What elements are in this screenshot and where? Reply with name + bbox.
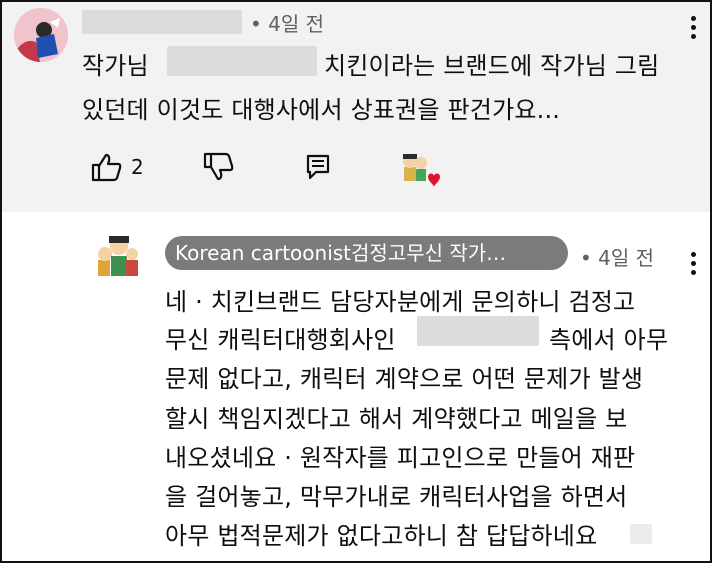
thumbs-up-icon bbox=[91, 153, 122, 182]
reply-button[interactable] bbox=[306, 154, 330, 184]
more-vert-icon[interactable] bbox=[690, 252, 696, 278]
reply-line-7: 아무 법적문제가 없다고하니 참 답답하네요 bbox=[165, 522, 598, 550]
reply-line-2b: 측에서 아무 bbox=[549, 326, 669, 354]
reply-line-2a: 무신 캐릭터대행회사인 bbox=[165, 326, 396, 354]
redacted-username bbox=[82, 10, 242, 34]
thumbs-down-icon bbox=[203, 152, 234, 181]
reply-time: • 4일 전 bbox=[580, 246, 655, 270]
top-comment: • 4일 전 작가님 치킨이라는 브랜드에 작가님 그림 있던데 이것도 대행사… bbox=[2, 2, 710, 212]
comment-text: 작가님 bbox=[82, 52, 149, 80]
dislike-button[interactable] bbox=[202, 152, 234, 186]
redacted-emoji bbox=[630, 524, 652, 544]
reply-line-4: 할시 책임지겠다고 해서 계약했다고 메일을 보 bbox=[165, 405, 628, 433]
reply-line-1: 네 · 치킨브랜드 담당자분에게 문의하니 검정고 bbox=[165, 288, 636, 316]
redacted-brand-name bbox=[167, 46, 317, 76]
redacted-company-name bbox=[417, 316, 539, 346]
reply-icon bbox=[306, 154, 330, 180]
comment-line-2: 있던데 이것도 대행사에서 상표권을 판건가요... bbox=[82, 96, 561, 124]
comment-text: 치킨이라는 브랜드에 작가님 그림 bbox=[324, 52, 660, 80]
more-vert-icon[interactable] bbox=[690, 16, 696, 42]
reply-line-3: 문제 없다고, 캐릭터 계약으로 어떤 문제가 발생 bbox=[165, 365, 644, 393]
avatar[interactable] bbox=[14, 8, 68, 62]
creator-heart-icon bbox=[400, 149, 440, 191]
comment-time: • 4일 전 bbox=[250, 12, 325, 36]
screenshot-frame: • 4일 전 작가님 치킨이라는 브랜드에 작가님 그림 있던데 이것도 대행사… bbox=[0, 0, 712, 563]
reply-line-6: 을 걸어놓고, 막무가내로 캐릭터사업을 하면서 bbox=[165, 483, 628, 511]
reply-avatar[interactable] bbox=[96, 234, 140, 280]
comment-line-1: 작가님 bbox=[82, 46, 149, 81]
author-chip[interactable]: Korean cartoonist검정고무신 작가… bbox=[165, 236, 568, 270]
like-count: 2 bbox=[131, 155, 144, 179]
like-button[interactable] bbox=[90, 152, 122, 186]
reply-line-5: 내오셨네요 · 원작자를 피고인으로 만들어 재판 bbox=[165, 444, 636, 472]
comment-line-1b: 치킨이라는 브랜드에 작가님 그림 bbox=[324, 46, 659, 81]
